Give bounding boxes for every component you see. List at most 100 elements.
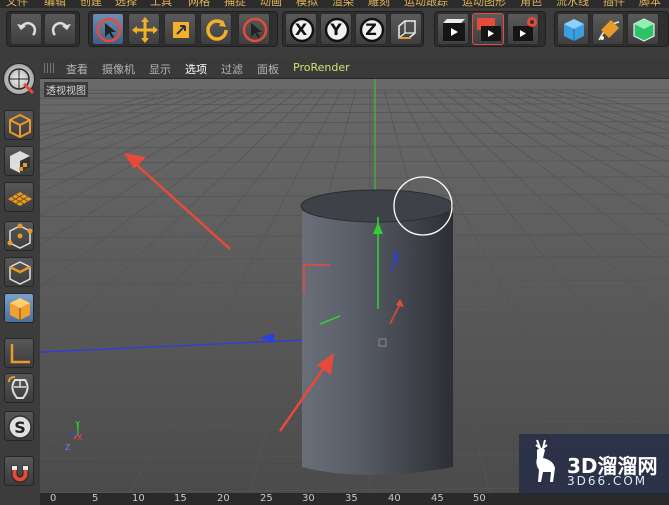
- recent-tool-icon: [242, 17, 268, 43]
- vp-menu-prorender[interactable]: ProRender: [293, 61, 350, 74]
- ruler-tick: 5: [92, 493, 99, 504]
- live-selection-icon: [96, 17, 122, 43]
- subdivision-button[interactable]: [627, 13, 659, 45]
- move-button[interactable]: [128, 13, 160, 45]
- coordinate-system-button[interactable]: [390, 13, 422, 45]
- ruler-tick: 20: [217, 493, 230, 504]
- texture-mode-button[interactable]: [4, 146, 34, 176]
- model-mode-button[interactable]: [4, 110, 34, 140]
- lock-z-label: Z: [365, 20, 377, 39]
- ruler-tick: 45: [431, 493, 444, 504]
- render-to-picture-viewer-button[interactable]: [472, 13, 504, 45]
- main-menubar: 文件 编辑 创建 选择 工具 网格 捕捉 动画 模拟 渲染 雕刻 运动跟踪 运动…: [0, 0, 669, 8]
- redo-button[interactable]: [44, 13, 76, 45]
- watermark: 3D溜溜网 3D66.COM: [519, 434, 669, 494]
- lock-y-button[interactable]: Y: [320, 13, 352, 45]
- polygons-mode-button[interactable]: [4, 293, 34, 323]
- menu-animate[interactable]: 动画: [260, 0, 282, 8]
- coordinate-system-icon: [398, 20, 416, 39]
- render-to-picture-viewer-icon: [477, 18, 501, 41]
- enable-axis-button[interactable]: [4, 338, 34, 368]
- vp-menu-filter[interactable]: 过滤: [221, 61, 243, 77]
- cylinder-top-cap[interactable]: [300, 189, 454, 223]
- menu-character[interactable]: 角色: [520, 0, 542, 8]
- ruler-tick: 15: [174, 493, 187, 504]
- deer-logo-icon: [535, 439, 555, 482]
- mini-axis-z-label: Z: [65, 443, 71, 452]
- menu-select[interactable]: 选择: [115, 0, 137, 8]
- subdivision-icon: [633, 18, 655, 42]
- watermark-url: 3D66.COM: [567, 474, 648, 488]
- menu-plugins[interactable]: 插件: [603, 0, 625, 8]
- recent-tool-button[interactable]: [238, 13, 270, 45]
- make-editable-icon: [8, 68, 35, 95]
- lock-x-button[interactable]: X: [285, 13, 317, 45]
- mini-axis-y-label: Y: [75, 420, 80, 429]
- lock-x-label: X: [294, 20, 308, 39]
- svg-text:S: S: [14, 418, 26, 437]
- ruler-tick: 25: [260, 493, 273, 504]
- left-palette: S: [0, 58, 41, 505]
- tweak-mode-icon: [8, 376, 29, 399]
- ruler-tick: 30: [302, 493, 315, 504]
- vp-menu-cameras[interactable]: 摄像机: [102, 61, 135, 77]
- vp-menu-panel[interactable]: 面板: [257, 61, 279, 77]
- model-mode-icon: [9, 113, 31, 139]
- undo-button[interactable]: [10, 13, 42, 45]
- viewport-menubar: 查看 摄像机 显示 选项 过滤 面板 ProRender: [40, 58, 669, 79]
- menu-grip-icon[interactable]: [44, 63, 54, 73]
- menu-pipeline[interactable]: 流水线: [556, 0, 589, 8]
- scale-button[interactable]: [164, 13, 196, 45]
- edges-mode-icon: [9, 261, 31, 285]
- menu-mograph[interactable]: 运动图形: [462, 0, 506, 8]
- render-settings-button[interactable]: [507, 13, 539, 45]
- make-editable-button[interactable]: [3, 63, 35, 95]
- edges-mode-button[interactable]: [4, 257, 34, 287]
- menu-edit[interactable]: 编辑: [44, 0, 66, 8]
- snap-button[interactable]: S: [4, 411, 34, 441]
- vp-menu-display[interactable]: 显示: [149, 61, 171, 77]
- render-view-icon: [443, 19, 465, 41]
- menu-motion-tracker[interactable]: 运动跟踪: [404, 0, 448, 8]
- vp-menu-options[interactable]: 选项: [185, 61, 207, 77]
- magnet-button[interactable]: [4, 456, 34, 486]
- render-view-button[interactable]: [437, 13, 469, 45]
- workplane-icon: [8, 192, 32, 206]
- magnet-icon: [11, 465, 29, 483]
- menu-tools[interactable]: 工具: [150, 0, 172, 8]
- menu-mesh[interactable]: 网格: [188, 0, 210, 8]
- menu-render[interactable]: 渲染: [332, 0, 354, 8]
- live-selection-button[interactable]: [92, 13, 124, 45]
- timeline-ruler[interactable]: 0 5 10 15 20 25 30 35 40 45 50: [40, 493, 669, 505]
- menu-simulate[interactable]: 模拟: [296, 0, 318, 8]
- tweak-mode-button[interactable]: [4, 373, 34, 403]
- pen-icon: [598, 20, 620, 41]
- cube-icon: [564, 19, 584, 41]
- menu-sculpt[interactable]: 雕刻: [368, 0, 390, 8]
- rotate-icon: [206, 19, 228, 41]
- menu-script[interactable]: 脚本: [639, 0, 661, 8]
- snap-icon: S: [8, 415, 32, 439]
- lock-y-label: Y: [330, 20, 342, 39]
- cube-button[interactable]: [557, 13, 589, 45]
- ruler-tick: 40: [388, 493, 401, 504]
- points-mode-button[interactable]: [4, 221, 34, 251]
- texture-mode-icon: [10, 151, 30, 173]
- lock-z-button[interactable]: Z: [355, 13, 387, 45]
- viewport-scene[interactable]: [40, 79, 669, 493]
- perspective-viewport[interactable]: Y Z X 透视视图: [40, 79, 669, 493]
- menu-file[interactable]: 文件: [6, 0, 28, 8]
- mini-axis-x-label: X: [77, 433, 83, 442]
- ruler-tick: 10: [132, 493, 145, 504]
- workplane-button[interactable]: [4, 182, 34, 212]
- menu-snap[interactable]: 捕捉: [224, 0, 246, 8]
- ruler-tick: 50: [473, 493, 486, 504]
- menu-create[interactable]: 创建: [80, 0, 102, 8]
- redo-icon: [51, 22, 71, 36]
- pen-button[interactable]: [592, 13, 624, 45]
- ruler-tick: 0: [50, 493, 57, 504]
- grid-line: [40, 92, 669, 94]
- rotate-button[interactable]: [200, 13, 232, 45]
- main-toolbar: X Y Z: [0, 8, 669, 59]
- vp-menu-view[interactable]: 查看: [66, 61, 88, 77]
